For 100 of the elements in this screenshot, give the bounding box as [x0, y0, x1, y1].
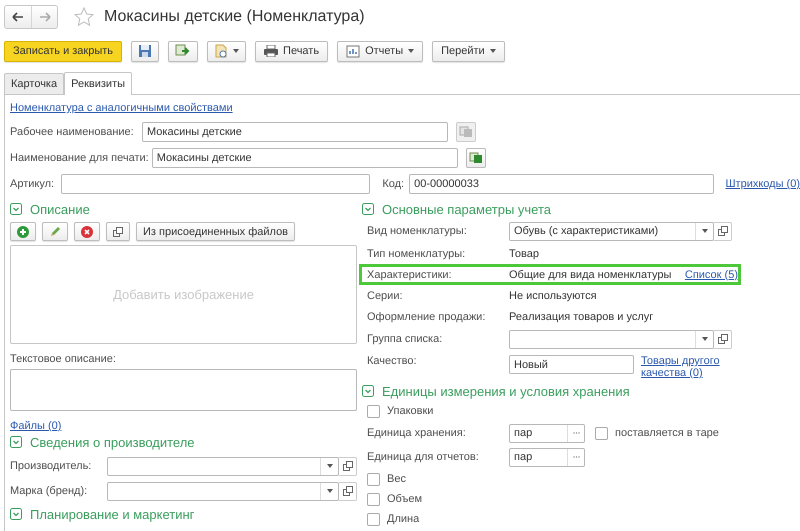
field-label: Артикул: — [10, 178, 54, 190]
open-window-icon — [342, 486, 353, 496]
checkbox[interactable] — [595, 426, 608, 440]
open-button[interactable] — [339, 456, 357, 476]
caret-icon[interactable] — [702, 229, 708, 233]
barcodes-link[interactable]: Штрихкоды (0) — [725, 178, 800, 190]
post-button[interactable] — [168, 40, 198, 62]
open-window-icon — [718, 334, 728, 344]
delete-button[interactable] — [74, 222, 100, 241]
chevron-icon[interactable] — [10, 436, 22, 448]
translate-button[interactable] — [456, 122, 476, 142]
edit-button[interactable] — [42, 222, 68, 241]
save-button[interactable] — [131, 40, 160, 62]
field-label: Единица хранения: — [367, 427, 467, 439]
plus-icon — [17, 226, 29, 238]
field-label: Марка (бренд): — [10, 485, 88, 497]
add-button[interactable] — [10, 222, 36, 241]
open-window-icon — [718, 226, 728, 236]
article-field[interactable] — [61, 174, 370, 194]
field-label: Рабочее наименование: — [10, 126, 135, 138]
back-arrow-icon — [12, 12, 24, 22]
field-label: Наименование для печати: — [10, 152, 149, 164]
forward-arrow-icon — [38, 12, 50, 22]
section-title: Единицы измерения и условия хранения — [382, 384, 630, 398]
caret-icon[interactable] — [326, 489, 333, 493]
code-field[interactable]: 00-00000033 — [409, 174, 714, 194]
checkbox[interactable] — [367, 492, 380, 506]
chart-icon — [346, 44, 360, 58]
field-label: Характеристики: — [367, 268, 453, 280]
tab[interactable]: Реквизиты — [64, 72, 132, 95]
text-field[interactable]: Мокасины детские — [142, 122, 448, 142]
unit-field[interactable]: пар — [509, 448, 585, 466]
unit-field[interactable]: пар — [509, 424, 585, 442]
field-label: Вид номенклатуры: — [367, 225, 468, 237]
attach-menu-button[interactable] — [207, 40, 246, 62]
field-label: Единица для отчетов: — [367, 451, 480, 463]
field-value: Общие для вида номенклатуры — [509, 268, 672, 280]
field-value: Реализация товаров и услуг — [509, 310, 654, 322]
other-quality-link[interactable]: Товары другого качества (0) — [641, 355, 731, 379]
files-link[interactable]: Файлы (0) — [10, 420, 357, 432]
select-field[interactable]: Обувь (с характеристиками) — [509, 222, 714, 240]
star-icon[interactable] — [74, 7, 94, 27]
field-label: Группа списка: — [367, 333, 444, 345]
field-label: Производитель: — [10, 460, 92, 472]
select-field[interactable] — [107, 456, 340, 476]
checkbox-label: поставляется в таре — [615, 427, 719, 439]
copy-icon — [468, 152, 483, 164]
section-title: Основные параметры учета — [382, 202, 552, 216]
open-button[interactable] — [106, 222, 130, 241]
field-label: Качество: — [367, 355, 418, 367]
pencil-icon — [49, 226, 61, 238]
caret-icon — [233, 49, 240, 53]
field-label: Код: — [382, 178, 404, 190]
field-label: Оформление продажи: — [367, 310, 486, 322]
list-link[interactable]: Список (5) — [684, 268, 738, 280]
chevron-icon[interactable] — [10, 508, 22, 520]
checkbox-label: Вес — [387, 473, 406, 485]
delete-icon — [81, 226, 93, 238]
chevron-icon[interactable] — [362, 203, 374, 215]
checkbox-label: Объем — [387, 493, 422, 505]
field-label: Тип номенклатуры: — [367, 248, 466, 260]
open-button[interactable] — [339, 482, 357, 500]
open-window-icon — [113, 226, 123, 236]
caret-icon — [490, 49, 496, 53]
open-button[interactable] — [714, 222, 732, 240]
checkbox[interactable] — [367, 472, 380, 486]
checkbox-label: Упаковки — [387, 405, 434, 417]
document-arrow-icon — [175, 44, 192, 58]
description-field[interactable] — [10, 369, 357, 411]
caret-icon[interactable] — [702, 337, 708, 341]
select-field[interactable] — [107, 482, 340, 500]
checkbox[interactable] — [367, 512, 380, 526]
section-title: Планирование и маркетинг — [30, 506, 194, 522]
similar-items-link[interactable]: Номенклатура с аналогичными свойствами — [10, 102, 800, 114]
caret-icon[interactable] — [326, 464, 333, 468]
field-value: Не используются — [509, 290, 598, 302]
text-field[interactable]: Новый — [509, 355, 634, 374]
reports-button[interactable]: Отчеты — [337, 40, 424, 62]
section-title: Сведения о производителе — [30, 434, 195, 450]
tab[interactable]: Карточка — [4, 73, 64, 94]
print-button[interactable]: Печать — [255, 40, 328, 62]
section-title: Описание — [30, 202, 90, 216]
printer-icon — [264, 45, 278, 57]
caret-icon — [408, 49, 414, 53]
checkbox[interactable] — [367, 404, 380, 418]
attached-files-button[interactable]: Из присоединенных файлов — [136, 222, 296, 241]
translate-button[interactable] — [466, 148, 486, 168]
save-and-close-button[interactable]: Записать и закрыть — [4, 40, 122, 62]
field-label: Текстовое описание: — [10, 353, 117, 365]
document-icon — [214, 44, 228, 58]
select-field[interactable] — [509, 330, 714, 348]
field-label: Серии: — [367, 290, 404, 302]
text-field[interactable]: Мокасины детские — [152, 148, 458, 168]
chevron-icon[interactable] — [10, 203, 22, 215]
goto-button[interactable]: Перейти — [432, 40, 505, 62]
open-window-icon — [342, 461, 353, 471]
chevron-icon[interactable] — [362, 385, 374, 397]
checkbox-label: Длина — [387, 513, 420, 525]
window-title: Мокасины детские (Номенклатура) — [104, 8, 365, 26]
open-button[interactable] — [714, 330, 732, 348]
